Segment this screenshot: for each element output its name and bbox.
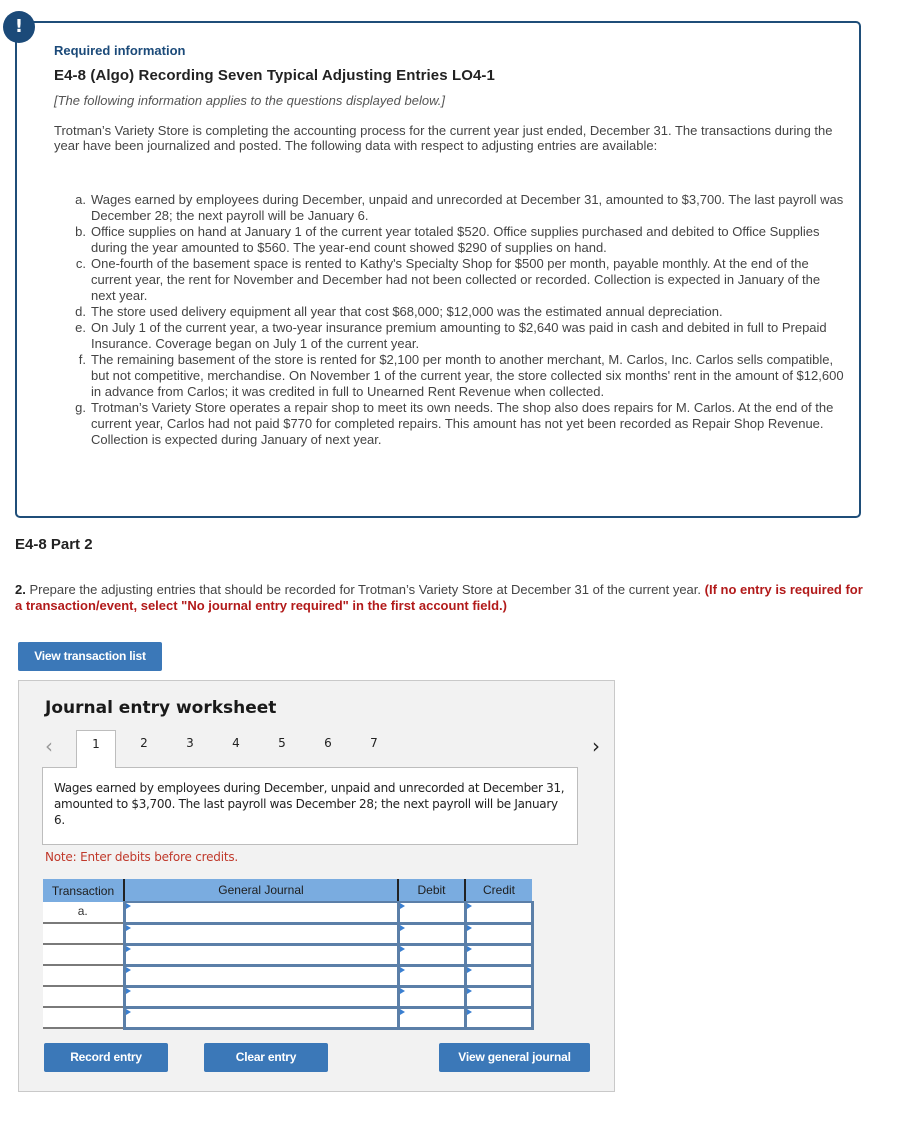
item-text: On July 1 of the current year, a two-yea… [91,320,827,351]
tab-5[interactable]: 5 [262,730,302,767]
list-item: g. Trotman’s Variety Store operates a rep… [54,400,844,448]
item-marker: g. [75,400,86,415]
clear-entry-button[interactable]: Clear entry [204,1043,328,1072]
header-debit: Debit [398,879,466,902]
credit-field[interactable] [463,922,534,946]
table-header-row: Transaction General Journal Debit Credit [43,879,532,902]
tab-1[interactable]: 1 [76,730,116,768]
account-field[interactable] [122,943,400,967]
journal-entry-worksheet: Journal entry worksheet ‹ 1 2 3 4 5 6 7 … [18,680,615,1092]
question-instructions: 2. Prepare the adjusting entries that sh… [15,582,865,614]
credit-field[interactable] [463,1006,534,1030]
debit-field[interactable] [396,943,467,967]
part-title: E4-8 Part 2 [15,536,93,553]
credit-field[interactable] [463,943,534,967]
worksheet-title: Journal entry worksheet [45,698,277,718]
list-item: c. One-fourth of the basement space is re… [54,256,844,304]
question-text: Prepare the adjusting entries that shoul… [25,582,705,597]
list-item: b. Office supplies on hand at January 1 o… [54,224,844,256]
header-transaction: Transaction [43,879,125,902]
item-marker: d. [75,304,86,319]
credit-field[interactable] [463,985,534,1009]
tab-7[interactable]: 7 [354,730,394,767]
table-row [43,985,534,1009]
intro-text: Trotman’s Variety Store is completing th… [54,123,833,153]
account-field[interactable] [122,922,400,946]
adjusting-data-list: a. Wages earned by employees during Decem… [54,192,844,448]
item-marker: e. [75,320,86,335]
table-row: a. [43,901,534,925]
account-field[interactable] [122,964,400,988]
credit-field[interactable] [463,964,534,988]
transaction-cell [43,1007,125,1029]
tab-6[interactable]: 6 [308,730,348,767]
debit-field[interactable] [396,985,467,1009]
chevron-right-icon[interactable]: › [592,734,600,758]
problem-title: E4-8 (Algo) Recording Seven Typical Adju… [54,67,495,84]
credit-field[interactable] [463,901,534,925]
transaction-cell [43,944,125,966]
item-text: The store used delivery equipment all ye… [91,304,723,319]
worksheet-tabs: ‹ 1 2 3 4 5 6 7 › [41,730,600,768]
item-marker: f. [78,352,86,367]
view-transaction-list-button[interactable]: View transaction list [18,642,162,671]
account-field[interactable] [122,901,400,925]
applies-note: [The following information applies to th… [54,93,445,108]
table-row [43,964,534,988]
item-text: Office supplies on hand at January 1 of … [91,224,820,255]
debit-field[interactable] [396,1006,467,1030]
account-field[interactable] [122,985,400,1009]
table-row [43,943,534,967]
debit-field[interactable] [396,922,467,946]
debit-field[interactable] [396,964,467,988]
item-text: The remaining basement of the store is r… [91,352,844,399]
header-credit: Credit [465,879,532,902]
debit-field[interactable] [396,901,467,925]
tab-3[interactable]: 3 [170,730,210,767]
transaction-cell [43,965,125,987]
transaction-cell [43,986,125,1008]
account-field[interactable] [122,1006,400,1030]
debits-note: Note: Enter debits before credits. [45,850,239,864]
list-item: a. Wages earned by employees during Decem… [54,192,844,224]
item-marker: a. [75,192,86,207]
table-row [43,922,534,946]
question-number: 2. [15,582,26,597]
tab-2[interactable]: 2 [124,730,164,767]
item-marker: c. [75,256,86,271]
transaction-cell: a. [43,902,125,924]
item-text: Wages earned by employees during Decembe… [91,192,844,223]
table-row [43,1006,534,1030]
item-text: Trotman’s Variety Store operates a repai… [91,400,834,447]
journal-table: Transaction General Journal Debit Credit… [43,879,534,1030]
list-item: e. On July 1 of the current year, a two-y… [54,320,844,352]
exclamation-icon: ! [3,11,35,43]
view-general-journal-button[interactable]: View general journal [439,1043,590,1072]
chevron-left-icon[interactable]: ‹ [45,734,53,758]
list-item: d. The store used delivery equipment all … [54,304,844,320]
required-information-panel: Required information E4-8 (Algo) Recordi… [15,21,861,518]
transaction-cell [43,923,125,945]
transaction-description: Wages earned by employees during Decembe… [42,767,578,845]
list-item: f. The remaining basement of the store is… [54,352,844,400]
header-general-journal: General Journal [124,879,399,902]
required-information-label: Required information [54,43,186,58]
item-text: One-fourth of the basement space is rent… [91,256,821,303]
record-entry-button[interactable]: Record entry [44,1043,168,1072]
tab-4[interactable]: 4 [216,730,256,767]
item-marker: b. [75,224,86,239]
